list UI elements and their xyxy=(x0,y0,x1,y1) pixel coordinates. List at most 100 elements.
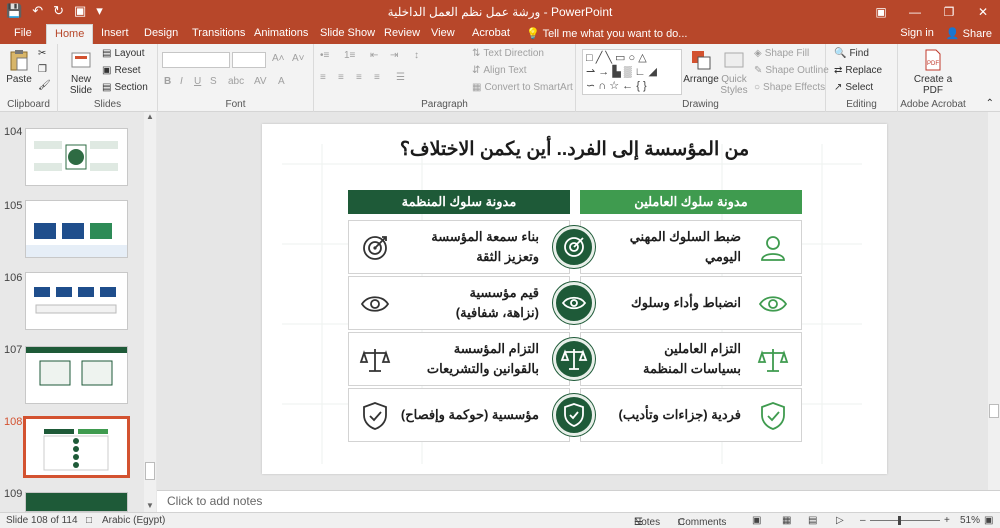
columns-icon[interactable]: ☰ xyxy=(396,72,405,83)
shape-outline-button[interactable]: ✎ Shape Outline xyxy=(754,65,829,76)
left-cell: بناء سمعة المؤسسة وتعزيز الثقة xyxy=(348,220,570,274)
center-badge xyxy=(553,338,595,380)
tab-acrobat[interactable]: Acrobat xyxy=(472,27,510,39)
minimize-icon[interactable]: — xyxy=(898,0,932,24)
format-painter-icon[interactable]: 🖌 xyxy=(38,80,51,91)
close-icon[interactable]: ✕ xyxy=(966,0,1000,24)
slide-thumbnail[interactable] xyxy=(25,346,128,404)
thumb-number: 104 xyxy=(4,126,23,138)
fit-slide-icon[interactable]: ▣ xyxy=(984,515,993,526)
convert-smartart-button[interactable]: ▦ Convert to SmartArt xyxy=(472,82,573,93)
scroll-down-icon[interactable]: ▼ xyxy=(144,501,156,510)
tab-view[interactable]: View xyxy=(431,27,455,39)
zoom-in-icon[interactable]: + xyxy=(944,515,950,526)
collapse-ribbon-icon[interactable]: ⌃ xyxy=(986,98,994,109)
thumb-107-preview xyxy=(26,347,127,386)
shrink-font-icon[interactable]: A˅ xyxy=(292,53,305,64)
text-direction-label: Text Direction xyxy=(483,48,544,59)
tab-file[interactable]: File xyxy=(14,27,32,39)
tab-design[interactable]: Design xyxy=(144,27,178,39)
align-text-button[interactable]: ⇵ Align Text xyxy=(472,65,527,76)
tab-insert[interactable]: Insert xyxy=(101,27,129,39)
scroll-up-icon[interactable]: ▲ xyxy=(144,112,156,121)
layout-button[interactable]: ▤ Layout xyxy=(102,48,144,59)
share-button[interactable]: 👤 Share xyxy=(946,27,992,40)
bullets-icon[interactable]: •≡ xyxy=(320,50,329,61)
notes-pane[interactable]: Click to add notes xyxy=(157,490,1000,512)
canvas-scrollbar[interactable] xyxy=(988,112,1000,490)
tab-review[interactable]: Review xyxy=(384,27,420,39)
underline-icon[interactable]: U xyxy=(194,76,201,87)
restore-icon[interactable]: ❐ xyxy=(932,0,966,24)
slide-sorter-icon[interactable]: ▦ xyxy=(782,515,791,526)
ribbon-display-icon[interactable]: ▣ xyxy=(864,0,898,24)
right-cell: التزام العاملين بسياسات المنظمة xyxy=(580,332,802,386)
align-center-icon[interactable]: ≡ xyxy=(338,72,344,83)
shadow-icon[interactable]: S xyxy=(210,76,217,87)
language-indicator[interactable]: Arabic (Egypt) xyxy=(102,515,165,526)
font-color-icon[interactable]: A xyxy=(278,76,285,87)
text-direction-button[interactable]: ⇅ Text Direction xyxy=(472,48,544,59)
paste-button[interactable]: Paste xyxy=(4,48,34,85)
slide-thumbnail[interactable] xyxy=(25,492,128,512)
align-text-icon: ⇵ xyxy=(472,65,481,76)
tab-slide-show[interactable]: Slide Show xyxy=(320,27,375,39)
right-cell-text: التزام العاملين بسياسات المنظمة xyxy=(643,341,741,376)
justify-icon[interactable]: ≡ xyxy=(374,72,380,83)
drawing-group: □ ╱ ╲ ▭ ○ △ ⇀ → ▙ ▒ ∟ ◢ ∽ ∩ ☆ ← { } Arrang… xyxy=(576,44,829,112)
strikethrough-icon[interactable]: abc xyxy=(228,76,244,87)
bold-icon[interactable]: B xyxy=(164,76,171,87)
align-right-icon[interactable]: ≡ xyxy=(356,72,362,83)
zoom-level[interactable]: 51% xyxy=(960,515,980,526)
tab-animations[interactable]: Animations xyxy=(254,27,308,39)
quick-styles-button[interactable]: Quick Styles xyxy=(718,48,750,96)
arrange-button[interactable]: Arrange xyxy=(682,48,720,85)
decrease-indent-icon[interactable]: ⇤ xyxy=(370,50,378,61)
slide[interactable]: من المؤسسة إلى الفرد.. أين يكمن الاختلاف… xyxy=(262,124,887,474)
new-slide-button[interactable]: New Slide xyxy=(66,48,96,96)
notes-placeholder: Click to add notes xyxy=(167,494,263,508)
slide-thumbnail[interactable] xyxy=(25,200,128,258)
right-cell-text: انضباط وأداء وسلوك xyxy=(631,295,741,310)
zoom-slider[interactable] xyxy=(870,516,940,525)
shape-fill-button[interactable]: ◈ Shape Fill xyxy=(754,48,809,59)
shapes-gallery[interactable]: □ ╱ ╲ ▭ ○ △ ⇀ → ▙ ▒ ∟ ◢ ∽ ∩ ☆ ← { } xyxy=(582,49,682,95)
tell-me-box[interactable]: 💡 Tell me what you want to do... xyxy=(526,27,687,40)
spacing-icon[interactable]: AV xyxy=(254,76,267,87)
zoom-slider-thumb[interactable] xyxy=(898,516,901,525)
line-spacing-icon[interactable]: ↕ xyxy=(414,50,419,61)
zoom-out-icon[interactable]: – xyxy=(860,515,866,526)
tab-transitions[interactable]: Transitions xyxy=(192,27,245,39)
normal-view-icon[interactable]: ▣ xyxy=(752,515,761,526)
replace-button[interactable]: ⇄ Replace xyxy=(834,65,882,76)
find-label: Find xyxy=(849,48,869,59)
thumbnails-scrollbar[interactable]: ▲ ▼ xyxy=(144,112,156,512)
eye-icon xyxy=(561,296,587,310)
font-name-box[interactable] xyxy=(162,52,230,68)
proofing-icon[interactable]: □ xyxy=(86,515,92,526)
slide-thumbnail[interactable] xyxy=(25,128,128,186)
reset-button[interactable]: ▣ Reset xyxy=(102,65,141,76)
section-button[interactable]: ▤ Section xyxy=(102,82,148,93)
cut-icon[interactable]: ✂ xyxy=(38,48,46,59)
copy-icon[interactable]: ❐ xyxy=(38,64,47,75)
tab-home[interactable]: Home xyxy=(46,24,94,44)
font-size-box[interactable] xyxy=(232,52,266,68)
slideshow-icon[interactable]: ▷ xyxy=(836,515,844,526)
align-left-icon[interactable]: ≡ xyxy=(320,72,326,83)
canvas-scroll-thumb[interactable] xyxy=(989,404,999,418)
find-button[interactable]: 🔍 Find xyxy=(834,48,869,59)
create-pdf-button[interactable]: PDF Create a PDF xyxy=(910,48,956,96)
signin-link[interactable]: Sign in xyxy=(900,27,934,40)
grow-font-icon[interactable]: A˄ xyxy=(272,53,285,64)
shape-effects-button[interactable]: ○ Shape Effects xyxy=(754,82,825,93)
reading-view-icon[interactable]: ▤ xyxy=(808,515,817,526)
scroll-thumb[interactable] xyxy=(145,462,155,480)
select-button[interactable]: ↗ Select xyxy=(834,82,873,93)
slide-thumbnail[interactable] xyxy=(25,272,128,330)
numbering-icon[interactable]: 1≡ xyxy=(344,50,355,61)
slide-thumbnail-selected[interactable] xyxy=(23,416,130,478)
italic-icon[interactable]: I xyxy=(180,76,183,87)
increase-indent-icon[interactable]: ⇥ xyxy=(390,50,398,61)
target-icon xyxy=(363,236,387,260)
